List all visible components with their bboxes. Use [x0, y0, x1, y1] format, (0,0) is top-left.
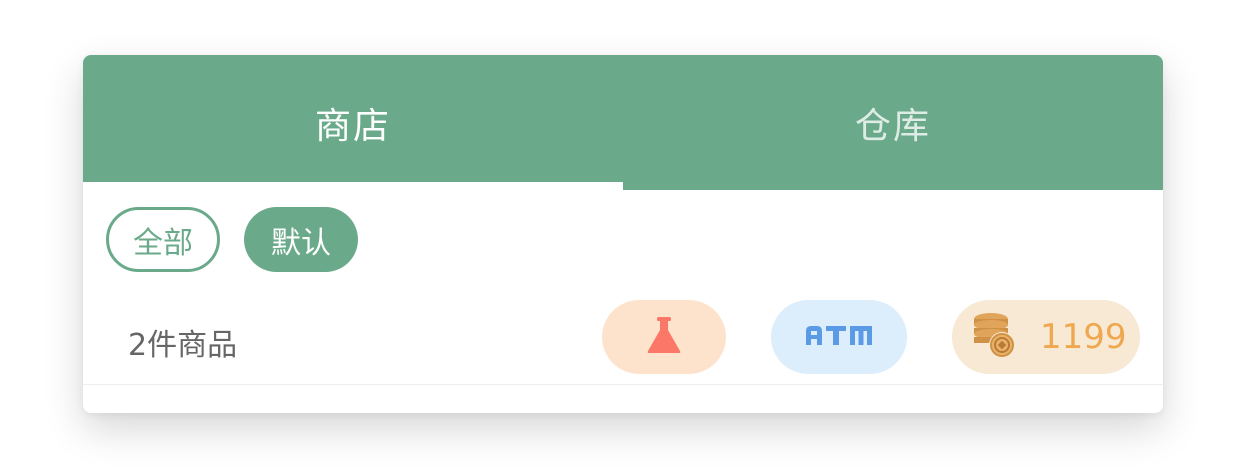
flask-icon: [644, 315, 684, 359]
atm-pill[interactable]: [771, 300, 907, 374]
filter-all-button[interactable]: 全部: [106, 207, 220, 272]
filter-bar: 全部 默认: [106, 207, 358, 272]
shop-card: 商店 仓库 全部 默认 2件商品 1199: [83, 55, 1163, 413]
tab-warehouse[interactable]: 仓库: [623, 55, 1163, 190]
coin-balance: 1199: [1040, 317, 1127, 357]
tab-bar: 商店 仓库: [83, 55, 1163, 190]
potion-pill[interactable]: [602, 300, 726, 374]
filter-default-button[interactable]: 默认: [244, 207, 358, 272]
tab-shop[interactable]: 商店: [83, 55, 623, 190]
coins-icon: [972, 310, 1018, 364]
active-tab-indicator: [83, 182, 623, 190]
atm-icon: [804, 323, 874, 351]
item-count: 2件商品: [128, 328, 238, 363]
divider: [83, 384, 1163, 385]
coins-pill[interactable]: 1199: [952, 300, 1140, 374]
